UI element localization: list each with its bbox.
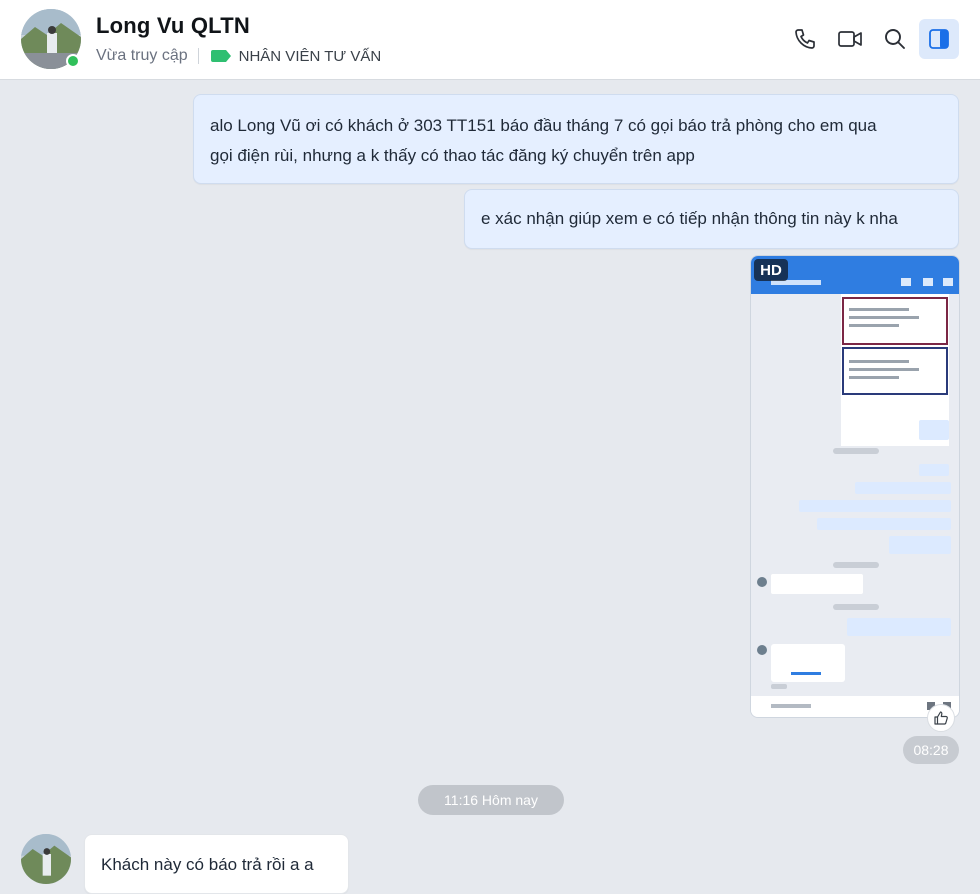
outgoing-message[interactable]: alo Long Vũ ơi có khách ở 303 TT151 báo …	[193, 94, 959, 184]
online-status-dot	[66, 54, 80, 68]
incoming-message[interactable]: Khách này có báo trả rồi a a	[84, 834, 349, 894]
search-icon	[885, 29, 905, 49]
message-text-line: alo Long Vũ ơi có khách ở 303 TT151 báo …	[210, 116, 877, 135]
contact-name[interactable]: Long Vu QLTN	[96, 13, 250, 39]
role-tag-label[interactable]: NHÂN VIÊN TƯ VẤN	[239, 48, 382, 65]
video-call-icon	[838, 31, 862, 47]
contact-subtitle: Vừa truy cập NHÂN VIÊN TƯ VẤN	[96, 47, 381, 65]
message-text-line: gọi điện rùi, nhưng a k thấy có thao tác…	[210, 146, 695, 165]
tag-icon	[210, 50, 231, 62]
search-button[interactable]	[875, 19, 915, 59]
chat-header: Long Vu QLTN Vừa truy cập NHÂN VIÊN TƯ V…	[0, 0, 980, 80]
last-seen-status: Vừa truy cập	[96, 47, 188, 64]
divider	[197, 48, 199, 64]
outgoing-message[interactable]: e xác nhận giúp xem e có tiếp nhận thông…	[464, 189, 959, 249]
voice-call-button[interactable]	[785, 19, 825, 59]
image-message[interactable]	[750, 255, 960, 718]
sender-avatar[interactable]	[21, 834, 71, 884]
message-timestamp: 08:28	[903, 736, 959, 764]
phone-icon	[795, 29, 815, 49]
video-call-button[interactable]	[830, 19, 870, 59]
date-separator: 11:16 Hôm nay	[418, 785, 564, 815]
sidebar-toggle-icon	[929, 29, 949, 49]
react-like-button[interactable]	[927, 704, 955, 732]
message-text: e xác nhận giúp xem e có tiếp nhận thông…	[481, 209, 898, 228]
toggle-sidebar-button[interactable]	[919, 19, 959, 59]
screenshot-thumbnail	[751, 256, 959, 717]
hd-badge: HD	[754, 259, 788, 281]
thumbs-up-icon	[934, 711, 948, 725]
message-text: Khách này có báo trả rồi a a	[101, 855, 314, 874]
